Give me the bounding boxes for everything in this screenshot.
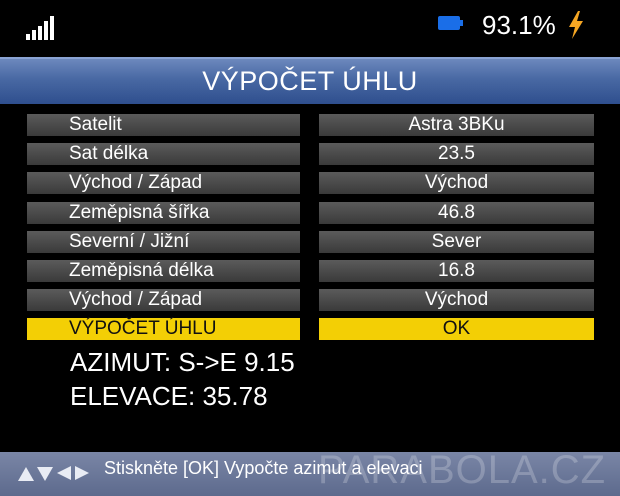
watermark: PARABOLA.CZ [318,448,607,492]
row-label: Severní / Jižní [27,231,300,253]
signal-bars-icon [26,14,60,40]
navigation-arrows-icon [18,466,89,481]
status-bar: 93.1% [0,0,620,54]
row-label: Zeměpisná šířka [27,202,300,224]
row-value[interactable]: Východ [319,172,594,194]
row-vychod-zapad-1[interactable]: Východ / Západ Východ [0,172,620,194]
row-zemepisna-sirka[interactable]: Zeměpisná šířka 46.8 [0,202,620,224]
battery-percent: 93.1% [482,10,556,40]
row-value[interactable]: Astra 3BKu [319,114,594,136]
battery-icon [438,16,464,32]
row-label: Zeměpisná délka [27,260,300,282]
row-value[interactable]: Východ [319,289,594,311]
row-value[interactable]: 16.8 [319,260,594,282]
elevation-result: ELEVACE: 35.78 [70,381,268,411]
row-vypocet-uhlu[interactable]: VÝPOČET ÚHLU OK [0,318,620,340]
row-value[interactable]: 46.8 [319,202,594,224]
charging-bolt-icon [569,11,583,39]
page-title: VÝPOČET ÚHLU [202,66,418,96]
title-bar: VÝPOČET ÚHLU [0,57,620,104]
azimuth-result: AZIMUT: S->E 9.15 [70,347,295,377]
row-label: Východ / Západ [27,289,300,311]
row-value[interactable]: 23.5 [319,143,594,165]
row-label: Satelit [27,114,300,136]
row-zemepisna-delka[interactable]: Zeměpisná délka 16.8 [0,260,620,282]
row-severni-jizni[interactable]: Severní / Jižní Sever [0,231,620,253]
row-satelit[interactable]: Satelit Astra 3BKu [0,114,620,136]
ok-button[interactable]: OK [319,318,594,340]
row-sat-delka[interactable]: Sat délka 23.5 [0,143,620,165]
row-label: VÝPOČET ÚHLU [27,318,300,340]
row-label: Východ / Západ [27,172,300,194]
row-vychod-zapad-2[interactable]: Východ / Západ Východ [0,289,620,311]
row-value[interactable]: Sever [319,231,594,253]
row-label: Sat délka [27,143,300,165]
